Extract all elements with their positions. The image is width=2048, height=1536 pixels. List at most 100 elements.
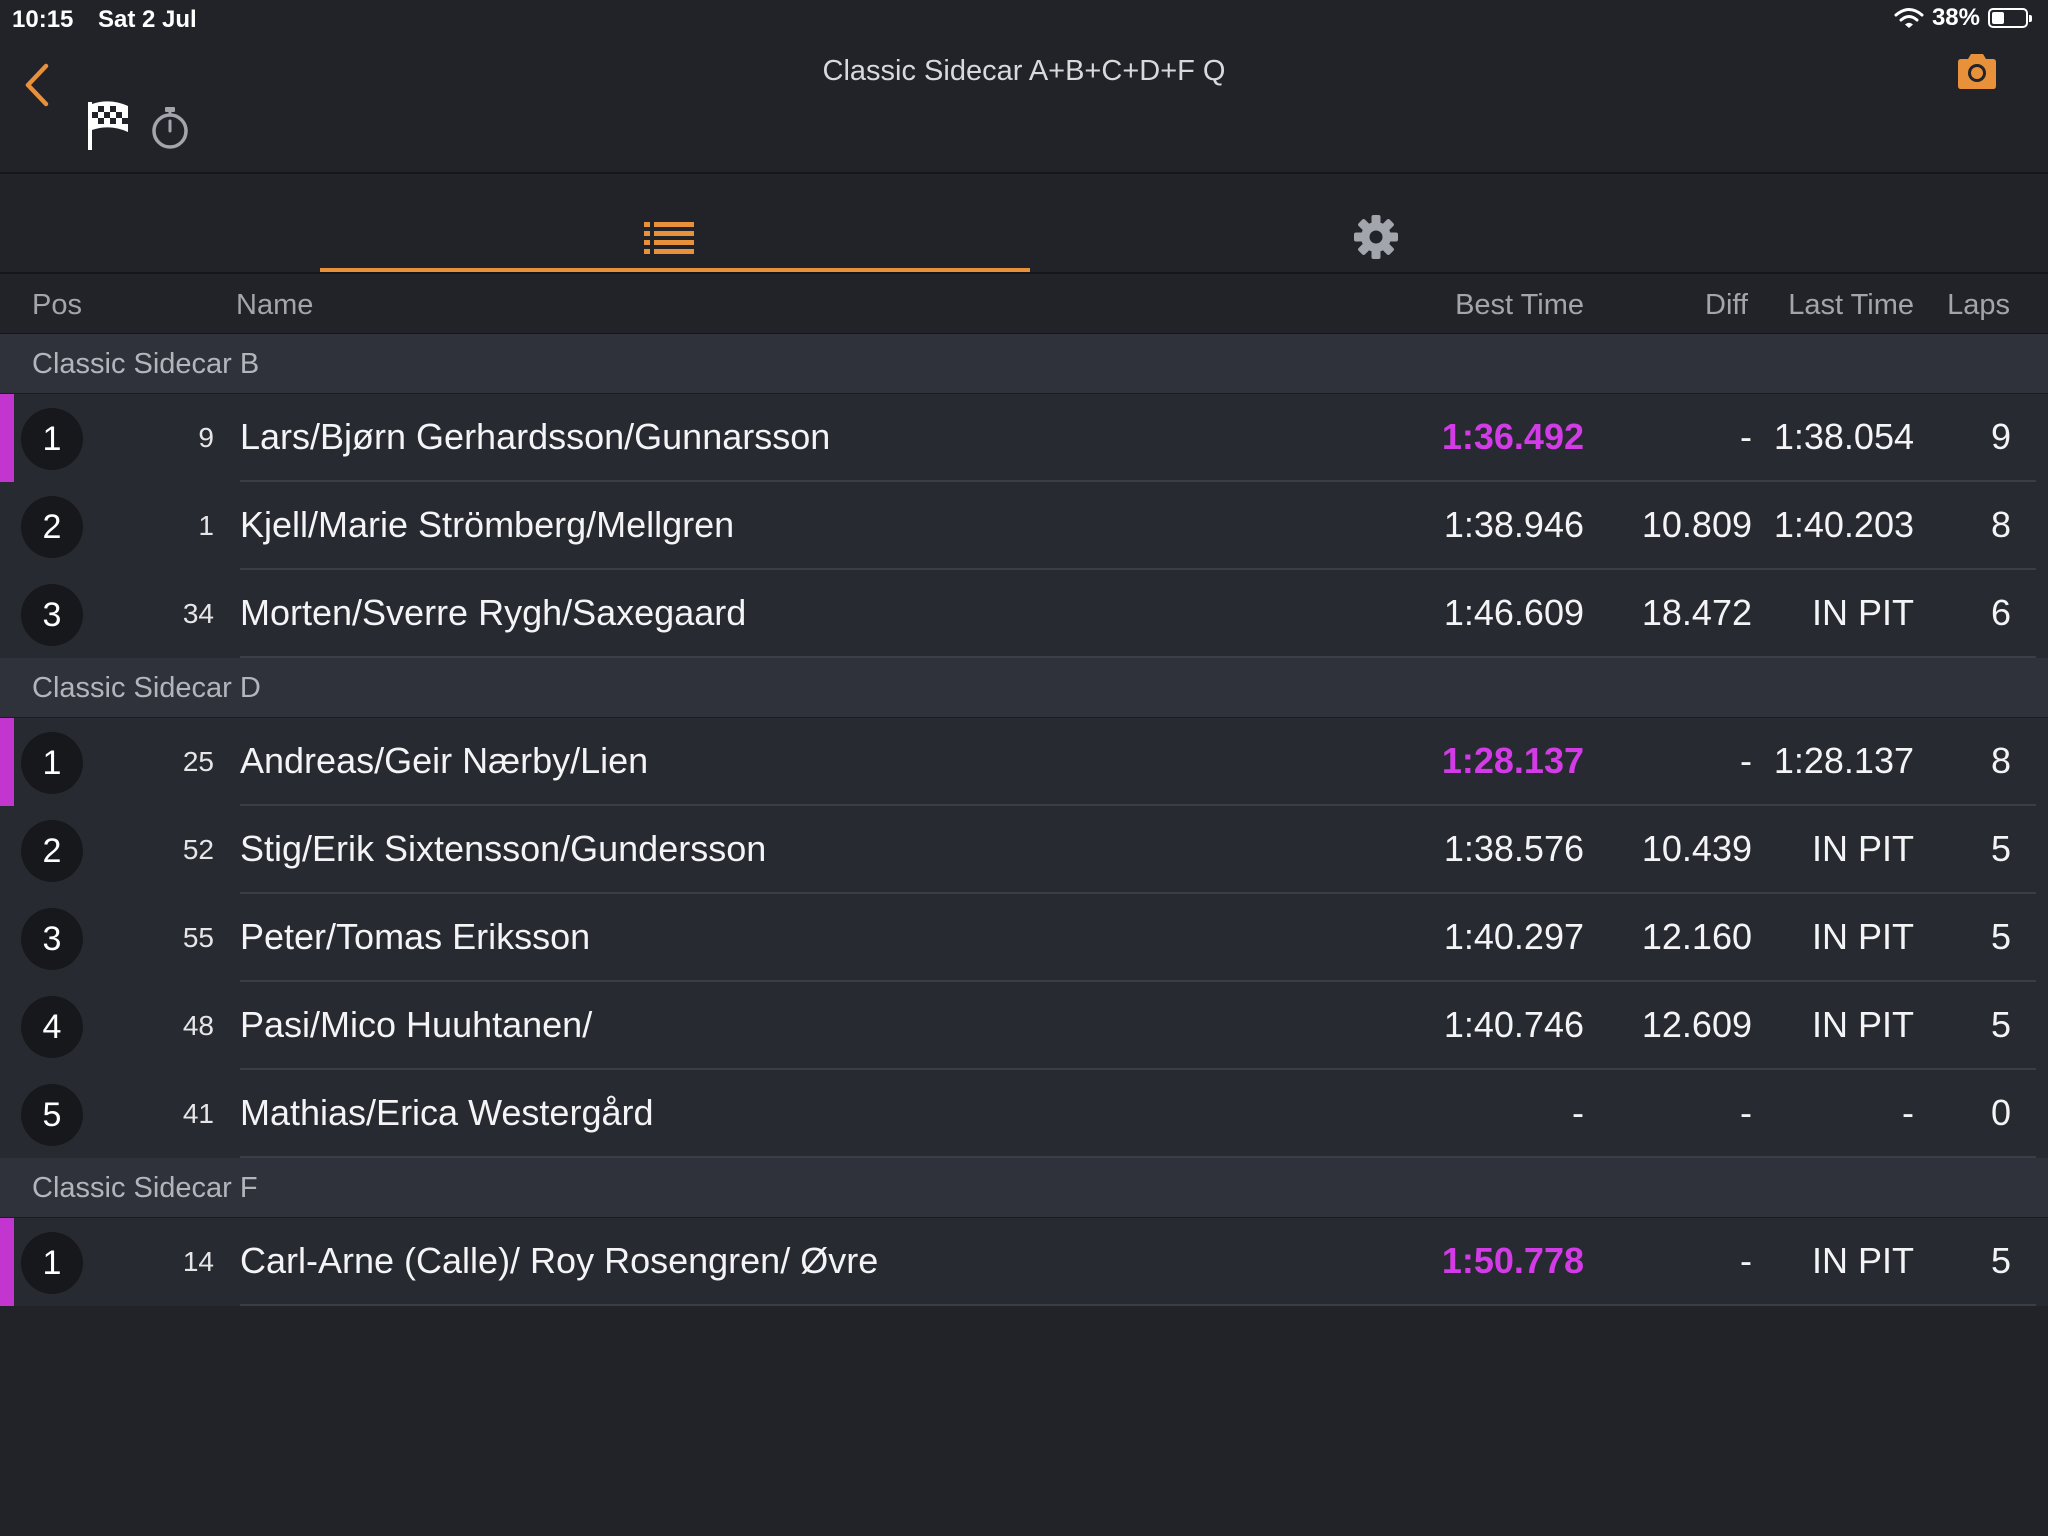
rider-name: Morten/Sverre Rygh/Saxegaard (240, 592, 747, 633)
best-time: 1:40.297 (1443, 916, 1584, 957)
status-time: 10:15 (12, 6, 74, 33)
col-pos: Pos (32, 289, 82, 321)
best-time: 1:28.137 (1441, 740, 1584, 781)
lap-count: 0 (1990, 1092, 2011, 1133)
bike-number: 55 (182, 922, 214, 953)
lap-count: 5 (1990, 828, 2011, 869)
position-badge: 3 (21, 908, 83, 970)
time-diff: 12.609 (1641, 1004, 1752, 1045)
last-time: IN PIT (1811, 592, 1914, 633)
fastest-marker (0, 718, 14, 806)
last-time: - (1902, 1092, 1914, 1133)
best-time: 1:46.609 (1443, 592, 1584, 633)
best-time: 1:38.576 (1443, 828, 1584, 869)
lap-count: 5 (1990, 1004, 2011, 1045)
best-time: 1:40.746 (1443, 1004, 1584, 1045)
checkered-flag-icon[interactable] (86, 100, 132, 152)
table-row[interactable]: 2 52 Stig/Erik Sixtensson/Gundersson 1:38.5… (0, 806, 2048, 894)
position-badge: 1 (21, 732, 83, 794)
chevron-left-icon[interactable] (18, 60, 58, 110)
last-time: IN PIT (1811, 916, 1914, 957)
time-diff: 12.160 (1641, 916, 1752, 957)
time-diff: - (1740, 1240, 1752, 1281)
column-headers: Pos Name Best Time Diff Last Time Laps (0, 274, 2048, 334)
last-time: IN PIT (1811, 1240, 1914, 1281)
col-diff: Diff (1705, 289, 1748, 321)
section-title: Classic Sidecar D (32, 672, 261, 704)
time-diff: - (1740, 740, 1752, 781)
rider-name: Andreas/Geir Nærby/Lien (240, 740, 649, 781)
rider-name: Kjell/Marie Strömberg/Mellgren (240, 504, 735, 545)
table-row[interactable]: 1 9 Lars/Bjørn Gerhardsson/Gunnarsson 1:36.… (0, 394, 2048, 482)
best-time: 1:36.492 (1441, 416, 1584, 457)
tab-settings[interactable] (1024, 174, 1728, 272)
bike-number: 34 (182, 598, 214, 629)
table-row[interactable]: 4 48 Pasi/Mico Huuhtanen/1:40.746 12.609 IN … (0, 982, 2048, 1070)
fastest-marker (0, 1218, 14, 1306)
lap-count: 8 (1990, 504, 2011, 545)
rider-name: Lars/Bjørn Gerhardsson/Gunnarsson (240, 416, 831, 457)
rider-name: Stig/Erik Sixtensson/Gundersson (240, 828, 767, 869)
col-laps: Laps (1947, 289, 2010, 321)
lap-count: 5 (1990, 916, 2011, 957)
time-diff: 10.809 (1641, 504, 1752, 545)
bike-number: 41 (182, 1098, 214, 1129)
best-time: 1:38.946 (1443, 504, 1584, 545)
table-row[interactable]: 2 1 Kjell/Marie Strömberg/Mellgren 1:38.946… (0, 482, 2048, 570)
bike-number: 14 (182, 1246, 214, 1277)
position-badge: 1 (21, 408, 83, 470)
last-time: 1:40.203 (1773, 504, 1914, 545)
lap-count: 6 (1990, 592, 2011, 633)
section-title: Classic Sidecar B (32, 348, 260, 380)
position-badge: 5 (21, 1084, 83, 1146)
col-name: Name (236, 289, 314, 321)
fastest-marker (0, 394, 14, 482)
status-date: Sat 2 Jul (98, 6, 197, 33)
list-icon (644, 222, 694, 254)
empty-area (0, 1308, 2048, 1536)
col-last-time: Last Time (1788, 289, 1914, 321)
table-row[interactable]: 3 34 Morten/Sverre Rygh/Saxegaard 1:46.609 1… (0, 570, 2048, 658)
section-title: Classic Sidecar F (32, 1172, 258, 1204)
bike-number: 9 (198, 422, 214, 453)
row-divider (240, 1304, 2036, 1306)
last-time: 1:28.137 (1773, 740, 1914, 781)
gear-icon (1354, 215, 1398, 259)
status-indicators: 38% (1894, 4, 2032, 32)
lap-count: 9 (1990, 416, 2011, 457)
lap-count: 8 (1990, 740, 2011, 781)
battery-percent: 38% (1931, 4, 1980, 31)
position-badge: 4 (21, 996, 83, 1058)
position-badge: 3 (21, 584, 83, 646)
tab-list[interactable] (320, 174, 1030, 272)
stopwatch-icon[interactable] (148, 104, 192, 152)
rider-name: Pasi/Mico Huuhtanen/ (240, 1004, 593, 1045)
lap-count: 5 (1990, 1240, 2011, 1281)
wifi-icon (1894, 8, 1924, 28)
section-header: Classic Sidecar F (0, 1158, 2048, 1218)
bike-number: 1 (198, 510, 214, 541)
rider-name: Mathias/Erica Westergård (240, 1092, 654, 1133)
table-row[interactable]: 1 25 Andreas/Geir Nærby/Lien 1:28.137-1:28.… (0, 718, 2048, 806)
position-badge: 2 (21, 496, 83, 558)
time-diff: 18.472 (1641, 592, 1752, 633)
best-time: 1:50.778 (1441, 1240, 1584, 1281)
position-badge: 2 (21, 820, 83, 882)
camera-icon[interactable] (1954, 52, 2000, 92)
table-row[interactable]: 1 14 Carl-Arne (Calle)/ Roy Rosengren/ Øvr… (0, 1218, 2048, 1306)
last-time: IN PIT (1811, 1004, 1914, 1045)
last-time: 1:38.054 (1773, 416, 1914, 457)
section-header: Classic Sidecar B (0, 334, 2048, 394)
time-diff: 10.439 (1641, 828, 1752, 869)
rider-name: Carl-Arne (Calle)/ Roy Rosengren/ Øvre (240, 1240, 879, 1281)
rider-name: Peter/Tomas Eriksson (240, 916, 591, 957)
table-row[interactable]: 5 41 Mathias/Erica Westergård - - - 0 (0, 1070, 2048, 1158)
best-time: - (1572, 1092, 1584, 1133)
page-title: Classic Sidecar A+B+C+D+F Q (822, 55, 1226, 87)
time-diff: - (1740, 416, 1752, 457)
position-badge: 1 (21, 1232, 83, 1294)
battery-icon (1988, 8, 2032, 28)
bike-number: 52 (182, 834, 214, 865)
table-row[interactable]: 3 55 Peter/Tomas Eriksson 1:40.297 12.160 IN … (0, 894, 2048, 982)
time-diff: - (1740, 1092, 1752, 1133)
